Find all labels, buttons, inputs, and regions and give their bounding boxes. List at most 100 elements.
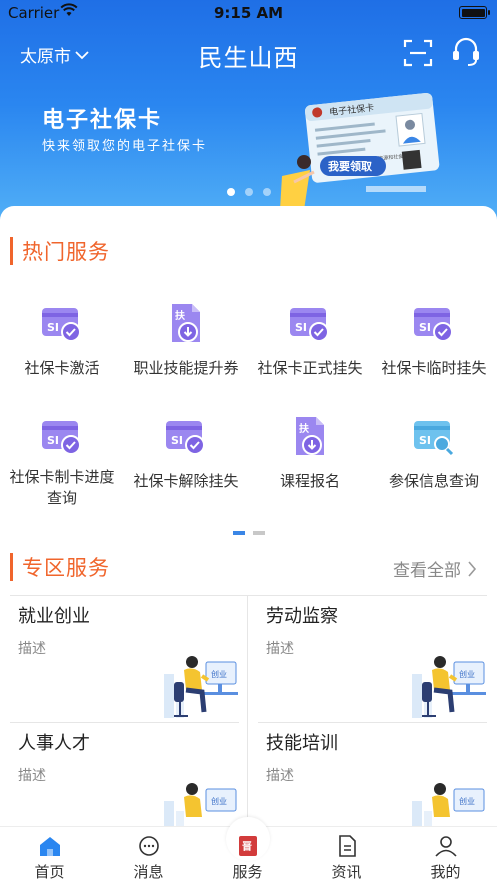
worker-at-desk-illustration: 创业 — [164, 656, 238, 718]
services-page-indicator — [0, 531, 497, 535]
carousel-indicator — [0, 188, 497, 196]
si-card-check-icon: SI — [414, 308, 453, 342]
tab-label: 首页 — [34, 863, 65, 881]
banner-subtitle: 快来领取您的电子社保卡 — [42, 139, 208, 154]
scan-icon[interactable] — [403, 38, 433, 68]
service-label: 课程报名 — [279, 472, 340, 490]
status-bar: Carrier 9:15 AM — [0, 0, 497, 26]
news-icon — [338, 835, 356, 857]
section-title: 专区服务 — [22, 556, 110, 580]
tab-profile[interactable]: 我的 — [396, 835, 495, 882]
zone-card-skills-training[interactable]: 技能培训 描述 创业 — [256, 723, 494, 826]
tab-services[interactable]: 晋 服务 — [198, 835, 297, 882]
worker-at-desk-illustration: 创业 — [164, 783, 237, 826]
service-label: 社保卡临时挂失 — [381, 359, 487, 377]
service-label: 社保卡正式挂失 — [257, 359, 363, 377]
tab-messages[interactable]: 消息 — [99, 835, 198, 882]
service-label: 社保卡制卡进度查询 — [9, 468, 115, 507]
clock: 9:15 AM — [213, 4, 284, 22]
page-dot[interactable] — [252, 531, 265, 535]
home-icon — [39, 837, 60, 856]
worker-at-desk-illustration: 创业 — [412, 783, 485, 826]
city-selector[interactable]: 太原市 — [20, 42, 89, 67]
chevron-down-icon — [75, 50, 89, 59]
page-dot[interactable] — [232, 531, 245, 535]
divider — [247, 595, 248, 826]
svg-text:SI: SI — [419, 321, 431, 334]
view-all-label: 查看全部 — [393, 561, 461, 581]
page-title: 民生山西 — [198, 44, 299, 72]
hot-services-header: 热门服务 — [10, 236, 110, 266]
svg-text:晋: 晋 — [242, 841, 252, 853]
profile-icon — [434, 836, 457, 857]
svg-text:SI: SI — [171, 434, 183, 447]
carousel-dot[interactable] — [262, 188, 271, 196]
service-label: 参保信息查询 — [388, 472, 479, 490]
service-item[interactable]: SI 社保卡解除挂失 — [124, 415, 248, 492]
card-claim-button-text: 我要领取 — [328, 159, 372, 173]
bottom-tab-bar: 首页 消息 晋 服务 资讯 我的 — [0, 817, 497, 883]
zone-title: 技能培训 — [266, 733, 338, 754]
service-item[interactable]: SI 社保卡激活 — [0, 302, 124, 379]
service-label: 职业技能提升券 — [133, 359, 239, 377]
service-label: 社保卡解除挂失 — [133, 472, 239, 490]
carousel-dot[interactable] — [244, 188, 253, 196]
svg-text:扶: 扶 — [299, 422, 310, 435]
nav-bar: 太原市 民生山西 — [0, 30, 497, 76]
carousel-dot[interactable] — [226, 188, 235, 196]
service-item[interactable]: SI 社保卡正式挂失 — [248, 302, 372, 379]
zone-desc: 描述 — [266, 641, 294, 657]
zone-services-header: 专区服务 — [10, 552, 110, 582]
voucher-download-icon: 扶 — [172, 304, 200, 342]
banner-carousel[interactable]: 电子社保卡 快来领取您的电子社保卡 电子社保卡 人力资源和社会保障部 我要领取 — [0, 82, 497, 212]
art-tag: 创业 — [211, 796, 227, 806]
service-item[interactable]: 扶 课程报名 — [248, 415, 372, 492]
si-card-search-icon: SI — [414, 421, 454, 456]
view-all-link[interactable]: 查看全部 — [393, 556, 477, 581]
service-logo-icon: 晋 — [238, 836, 257, 856]
zone-title: 人事人才 — [18, 733, 90, 754]
svg-text:SI: SI — [47, 434, 59, 447]
worker-at-desk-illustration: 创业 — [412, 656, 486, 718]
zone-desc: 描述 — [18, 768, 46, 784]
battery-icon — [459, 6, 490, 19]
customer-service-icon[interactable] — [451, 36, 481, 68]
zone-card-labor-inspection[interactable]: 劳动监察 描述 创业 — [256, 596, 494, 721]
zone-title: 劳动监察 — [266, 606, 338, 627]
city-label: 太原市 — [20, 47, 71, 67]
banner-title: 电子社保卡 — [42, 108, 163, 133]
si-card-check-icon: SI — [166, 421, 205, 455]
zone-card-employment[interactable]: 就业创业 描述 创业 — [8, 596, 246, 721]
tab-label: 资讯 — [331, 863, 362, 881]
si-card-check-icon: SI — [42, 421, 81, 455]
section-title: 热门服务 — [22, 240, 110, 264]
svg-text:SI: SI — [295, 321, 307, 334]
art-tag: 创业 — [459, 796, 475, 806]
message-icon — [138, 836, 159, 856]
tab-news[interactable]: 资讯 — [297, 835, 396, 882]
si-card-check-icon: SI — [290, 308, 329, 342]
service-label: 社保卡激活 — [24, 359, 100, 377]
art-tag: 创业 — [211, 669, 227, 679]
service-item[interactable]: SI 社保卡制卡进度查询 — [0, 415, 124, 509]
svg-text:扶: 扶 — [175, 309, 186, 322]
si-card-check-icon: SI — [42, 308, 81, 342]
art-tag: 创业 — [459, 669, 475, 679]
svg-text:SI: SI — [47, 321, 59, 334]
service-item[interactable]: SI 参保信息查询 — [372, 415, 496, 492]
zone-title: 就业创业 — [18, 606, 90, 627]
zone-desc: 描述 — [266, 768, 294, 784]
tab-label: 我的 — [430, 863, 461, 881]
svg-text:SI: SI — [419, 434, 431, 447]
service-item[interactable]: 扶 职业技能提升券 — [124, 302, 248, 379]
voucher-download-icon: 扶 — [296, 417, 324, 455]
tab-home[interactable]: 首页 — [0, 835, 99, 882]
content-sheet: 热门服务 SI 社保卡激活 扶 职业技能提升券 SI 社保卡正式挂失 SI 社保… — [0, 206, 497, 826]
service-item[interactable]: SI 社保卡临时挂失 — [372, 302, 496, 379]
tab-label: 消息 — [133, 863, 164, 881]
zone-desc: 描述 — [18, 641, 46, 657]
tab-label: 服务 — [232, 863, 263, 881]
chevron-right-icon — [468, 560, 477, 577]
zone-card-personnel-talent[interactable]: 人事人才 描述 创业 — [8, 723, 246, 826]
header-banner-area: Carrier 9:15 AM 太原市 民生山西 电子社保卡 快来领取您的电子社… — [0, 0, 497, 232]
